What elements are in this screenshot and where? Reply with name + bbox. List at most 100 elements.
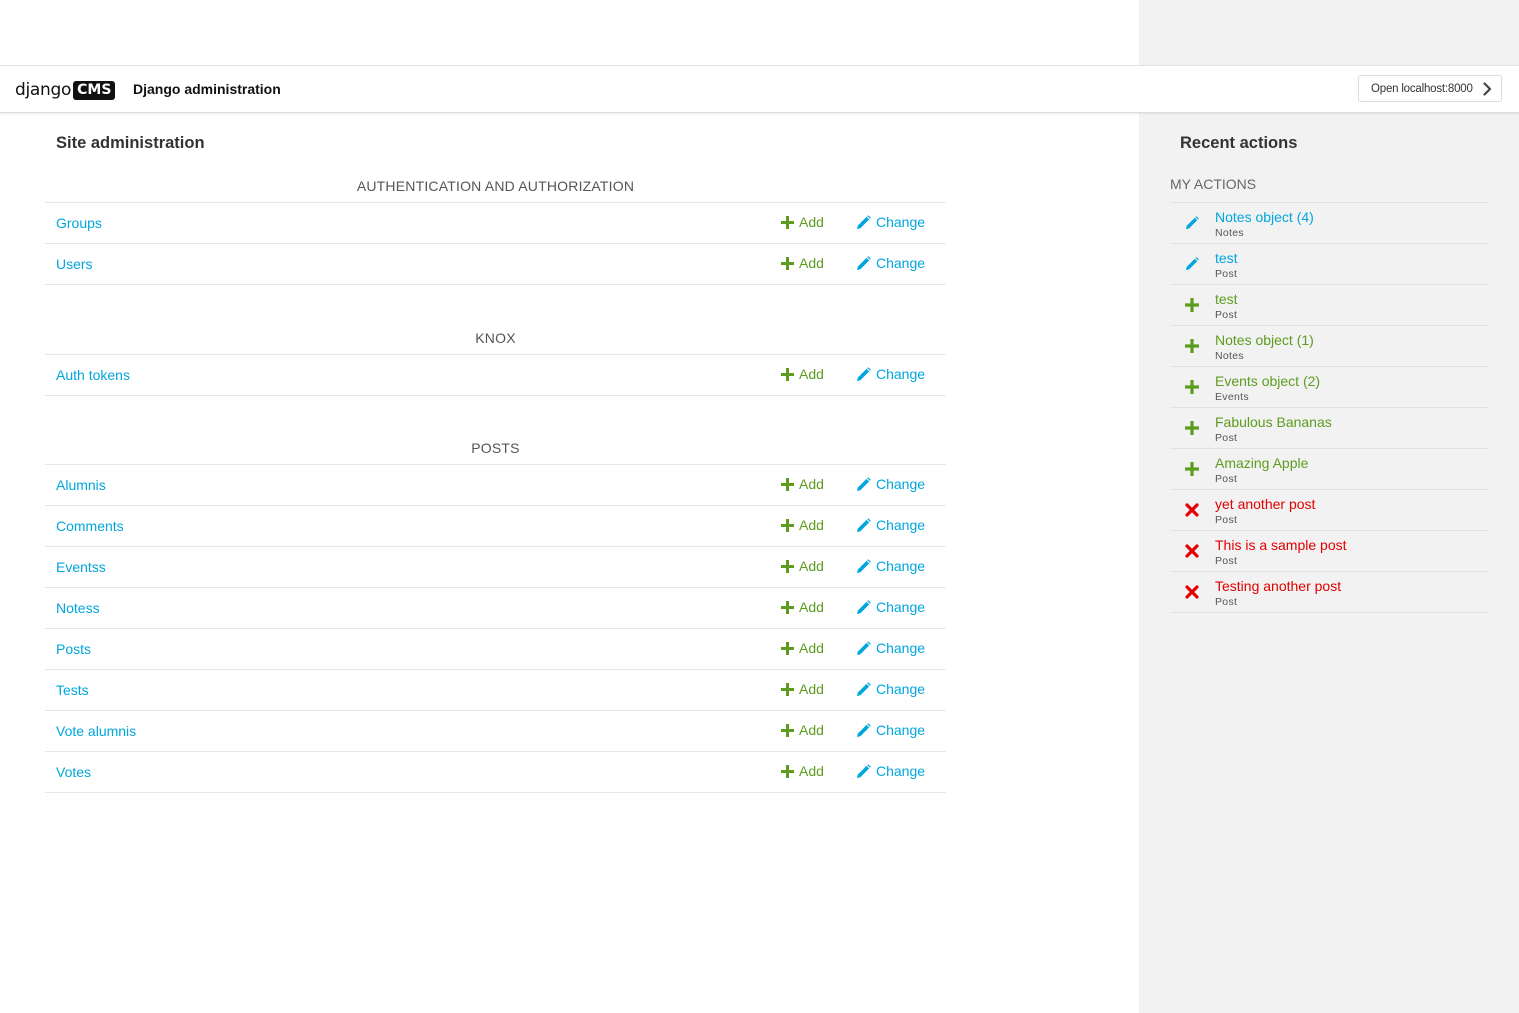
- pencil-icon: [857, 214, 871, 229]
- pencil-icon: [857, 763, 871, 778]
- plus-icon: [781, 764, 794, 778]
- content-type: Post: [1215, 514, 1238, 526]
- content-type: Post: [1215, 596, 1238, 608]
- action-text: yet another post: [1215, 496, 1316, 512]
- list-item: yet another post Post: [1170, 490, 1488, 531]
- plus-icon: [1185, 421, 1199, 435]
- change-label: Change: [876, 476, 926, 492]
- add-label: Add: [799, 599, 824, 615]
- module-caption[interactable]: POSTS: [45, 432, 946, 465]
- top-toolbar: django CMS Django administration Open lo…: [0, 65, 1519, 113]
- pencil-icon: [857, 366, 871, 381]
- add-link[interactable]: Add: [781, 517, 824, 533]
- model-link[interactable]: Alumnis: [56, 477, 106, 493]
- plus-icon: [781, 600, 794, 614]
- action-text: Testing another post: [1215, 578, 1342, 594]
- x-icon: [1185, 544, 1199, 558]
- model-link[interactable]: Comments: [56, 518, 124, 534]
- table-row: Vote alumnis Add Change: [45, 711, 946, 752]
- add-label: Add: [799, 681, 824, 697]
- change-link[interactable]: Change: [856, 681, 925, 697]
- list-item: Fabulous Bananas Post: [1170, 408, 1488, 449]
- change-link[interactable]: Change: [856, 640, 925, 656]
- module-knox: KNOX Auth tokens Add Change: [45, 322, 946, 396]
- add-link[interactable]: Add: [781, 214, 824, 230]
- model-link[interactable]: Vote alumnis: [56, 723, 136, 739]
- change-label: Change: [876, 599, 926, 615]
- add-link[interactable]: Add: [781, 476, 824, 492]
- plus-icon: [781, 367, 794, 381]
- plus-icon: [781, 477, 794, 491]
- module-caption[interactable]: KNOX: [45, 322, 946, 355]
- content-type: Notes: [1215, 350, 1244, 362]
- table-row: Alumnis Add Change: [45, 465, 946, 506]
- model-link[interactable]: Users: [56, 256, 93, 272]
- x-icon: [1185, 503, 1199, 517]
- plus-icon: [781, 641, 794, 655]
- model-link[interactable]: Groups: [56, 215, 102, 231]
- change-label: Change: [876, 517, 926, 533]
- model-link[interactable]: Posts: [56, 641, 91, 657]
- pencil-icon: [857, 599, 871, 614]
- pencil-icon: [1185, 216, 1199, 230]
- action-link[interactable]: test: [1215, 291, 1238, 307]
- model-link[interactable]: Notess: [56, 600, 100, 616]
- change-label: Change: [876, 640, 926, 656]
- add-link[interactable]: Add: [781, 681, 824, 697]
- change-link[interactable]: Change: [856, 763, 925, 779]
- plus-icon: [1185, 462, 1199, 476]
- action-link[interactable]: Events object (2): [1215, 373, 1320, 389]
- change-link[interactable]: Change: [856, 255, 925, 271]
- table-row: Tests Add Change: [45, 670, 946, 711]
- add-link[interactable]: Add: [781, 255, 824, 271]
- change-link[interactable]: Change: [856, 366, 925, 382]
- module-auth: AUTHENTICATION AND AUTHORIZATION Groups …: [45, 170, 946, 285]
- change-label: Change: [876, 722, 926, 738]
- logo-badge: CMS: [73, 80, 116, 100]
- model-link[interactable]: Votes: [56, 764, 91, 780]
- pencil-icon: [857, 558, 871, 573]
- add-link[interactable]: Add: [781, 599, 824, 615]
- add-label: Add: [799, 214, 824, 230]
- open-site-label: Open localhost:8000: [1371, 82, 1473, 95]
- change-label: Change: [876, 681, 926, 697]
- open-site-button[interactable]: Open localhost:8000: [1358, 75, 1502, 102]
- add-link[interactable]: Add: [781, 640, 824, 656]
- change-link[interactable]: Change: [856, 517, 925, 533]
- x-icon: [1185, 585, 1199, 599]
- change-link[interactable]: Change: [856, 722, 925, 738]
- model-link[interactable]: Auth tokens: [56, 367, 130, 383]
- add-link[interactable]: Add: [781, 558, 824, 574]
- page-title: Site administration: [56, 134, 205, 152]
- add-label: Add: [799, 722, 824, 738]
- change-link[interactable]: Change: [856, 599, 925, 615]
- module-posts: POSTS Alumnis Add Change Comments Add Ch…: [45, 432, 946, 793]
- pencil-icon: [857, 255, 871, 270]
- add-link[interactable]: Add: [781, 722, 824, 738]
- django-cms-logo[interactable]: django CMS: [15, 80, 116, 100]
- model-link[interactable]: Eventss: [56, 559, 106, 575]
- plus-icon: [1185, 298, 1199, 312]
- content-type: Post: [1215, 268, 1238, 280]
- module-caption[interactable]: AUTHENTICATION AND AUTHORIZATION: [45, 170, 946, 203]
- table-row: Comments Add Change: [45, 506, 946, 547]
- change-label: Change: [876, 366, 926, 382]
- list-item: Testing another post Post: [1170, 572, 1488, 613]
- action-link[interactable]: Notes object (4): [1215, 209, 1314, 225]
- site-title[interactable]: Django administration: [133, 81, 281, 97]
- pencil-icon: [857, 517, 871, 532]
- recent-actions-heading: Recent actions: [1180, 134, 1298, 152]
- model-link[interactable]: Tests: [56, 682, 89, 698]
- add-link[interactable]: Add: [781, 366, 824, 382]
- list-item: Events object (2) Events: [1170, 367, 1488, 408]
- add-label: Add: [799, 763, 824, 779]
- action-link[interactable]: Amazing Apple: [1215, 455, 1308, 471]
- add-link[interactable]: Add: [781, 763, 824, 779]
- content-type: Post: [1215, 473, 1238, 485]
- action-link[interactable]: test: [1215, 250, 1238, 266]
- change-link[interactable]: Change: [856, 214, 925, 230]
- action-link[interactable]: Fabulous Bananas: [1215, 414, 1332, 430]
- change-link[interactable]: Change: [856, 558, 925, 574]
- action-link[interactable]: Notes object (1): [1215, 332, 1314, 348]
- change-link[interactable]: Change: [856, 476, 925, 492]
